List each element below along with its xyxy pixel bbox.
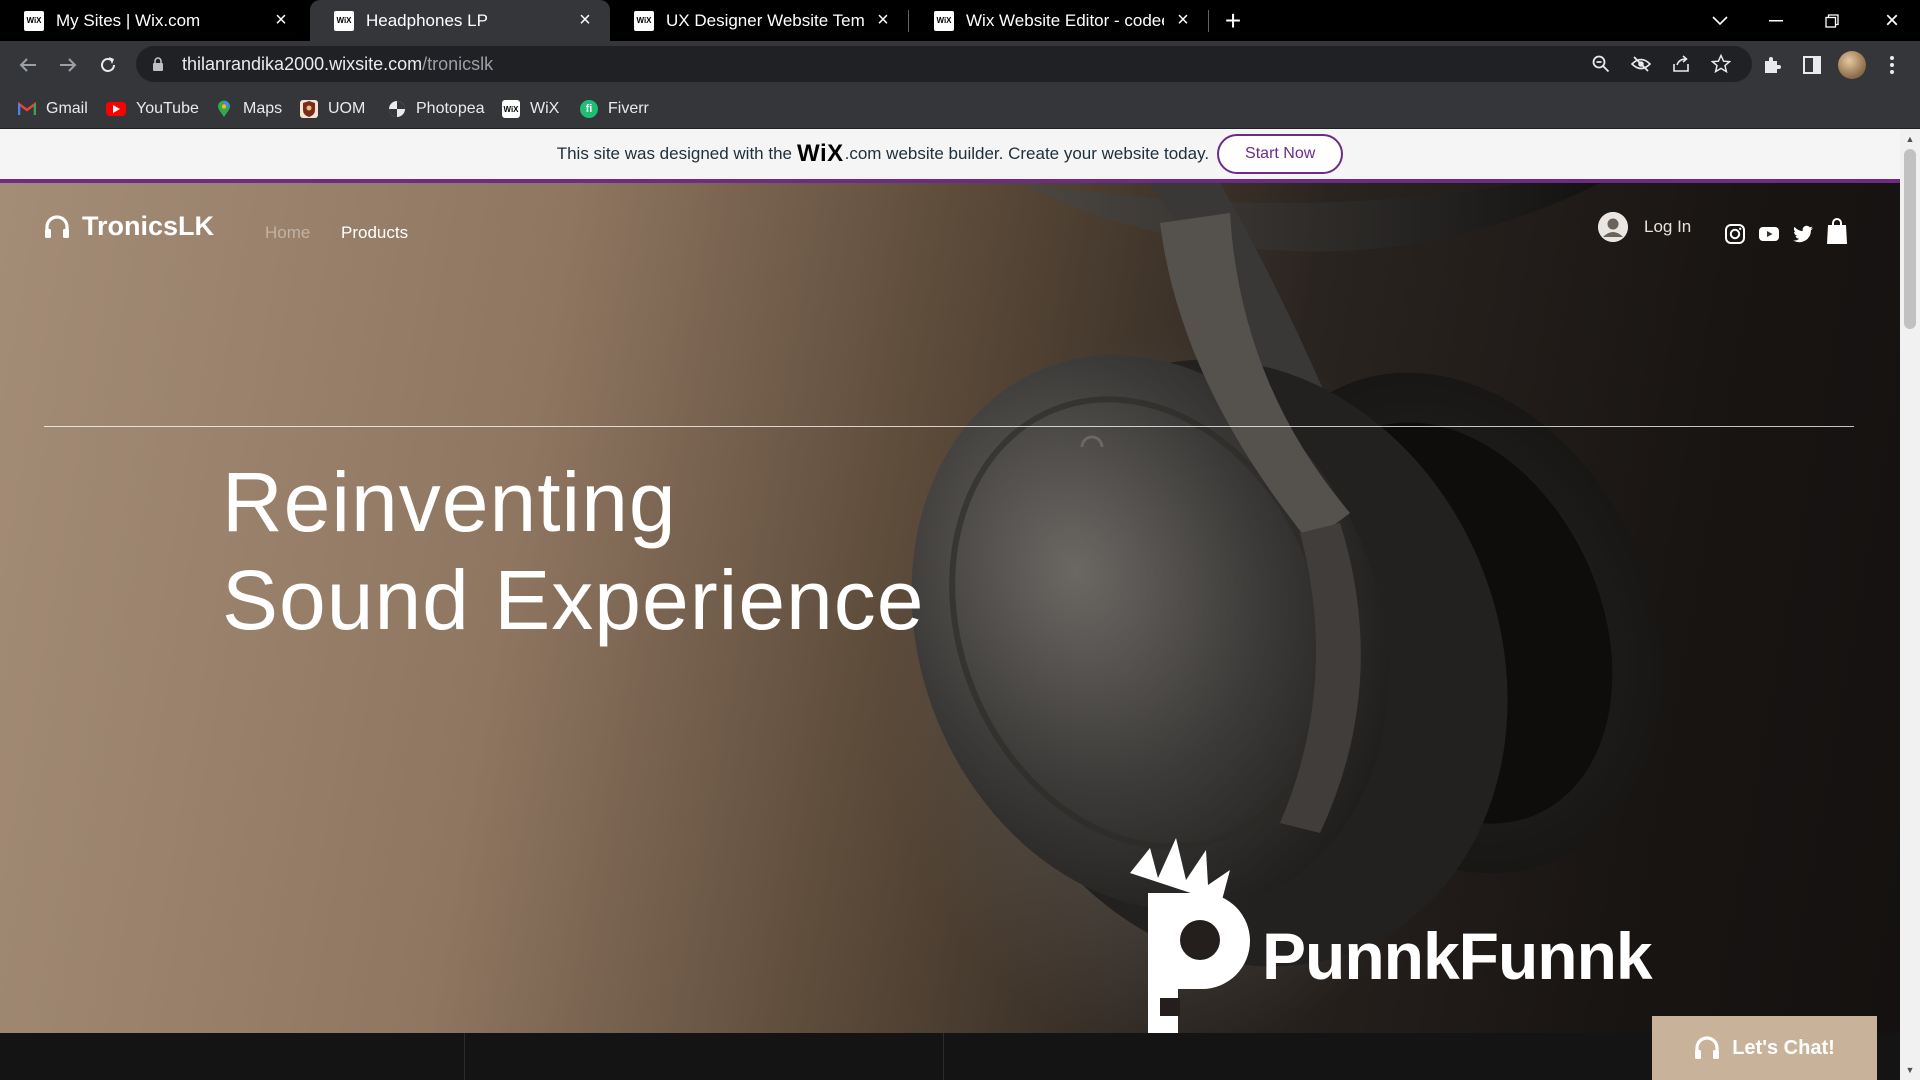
lock-icon[interactable] bbox=[152, 57, 166, 71]
section-divider bbox=[943, 1033, 944, 1080]
restore-icon[interactable] bbox=[1804, 0, 1860, 41]
page-scrollbar[interactable]: ▲ ▼ bbox=[1900, 129, 1920, 1080]
extensions-icon[interactable] bbox=[1760, 53, 1784, 77]
chat-label: Let's Chat! bbox=[1732, 1036, 1835, 1059]
bookmark-maps[interactable]: Maps bbox=[215, 89, 282, 129]
web-page: This site was designed with the WiX .com… bbox=[0, 129, 1900, 1080]
wix-favicon-icon: WiX bbox=[24, 10, 44, 31]
kebab-menu-icon[interactable] bbox=[1880, 53, 1904, 77]
banner-text-before: This site was designed with the bbox=[556, 144, 792, 163]
shopping-bag-icon[interactable] bbox=[1826, 217, 1848, 245]
reload-icon[interactable] bbox=[92, 49, 124, 81]
banner-text-after: .com website builder. Create your websit… bbox=[844, 144, 1210, 163]
headphones-chat-icon bbox=[1695, 1036, 1720, 1059]
headline-line-2: Sound Experience bbox=[222, 553, 925, 647]
tab-separator bbox=[908, 10, 909, 32]
tab-separator bbox=[1208, 10, 1209, 32]
user-avatar-icon bbox=[1598, 212, 1628, 242]
nav-home[interactable]: Home bbox=[265, 223, 310, 243]
tab-title: UX Designer Website Template | bbox=[666, 10, 864, 30]
address-bar[interactable]: thilanrandika2000.wixsite.com/tronicslk bbox=[136, 46, 1752, 82]
instagram-icon[interactable] bbox=[1724, 223, 1746, 245]
tab-wix-editor[interactable]: WiX Wix Website Editor - codeerror × bbox=[910, 0, 1208, 41]
header-divider bbox=[44, 426, 1854, 427]
wix-ad-banner: This site was designed with the WiX .com… bbox=[0, 129, 1900, 183]
url-text: thilanrandika2000.wixsite.com/tronicslk bbox=[182, 54, 493, 75]
minimize-icon[interactable] bbox=[1748, 0, 1804, 41]
tab-my-sites[interactable]: WiX My Sites | Wix.com × bbox=[0, 0, 306, 41]
close-tab-icon[interactable]: × bbox=[574, 9, 596, 32]
bookmark-label: Fiverr bbox=[608, 100, 649, 117]
lets-chat-button[interactable]: Let's Chat! bbox=[1652, 1016, 1877, 1080]
headline-line-1: Reinventing bbox=[222, 455, 677, 549]
bookmark-photopea[interactable]: Photopea bbox=[388, 89, 485, 129]
tab-bar: WiX My Sites | Wix.com × WiX Headphones … bbox=[0, 0, 1920, 41]
maps-icon bbox=[215, 100, 233, 118]
eye-off-icon[interactable] bbox=[1630, 53, 1652, 75]
bookmark-label: YouTube bbox=[136, 100, 199, 117]
login-button[interactable]: Log In bbox=[1598, 212, 1691, 242]
fiverr-icon: fi bbox=[580, 100, 598, 118]
bookmark-label: Gmail bbox=[46, 100, 88, 117]
bookmark-wix[interactable]: WiX WiX bbox=[502, 89, 559, 129]
side-panel-icon[interactable] bbox=[1800, 53, 1824, 77]
scroll-thumb[interactable] bbox=[1904, 149, 1916, 329]
twitter-icon[interactable] bbox=[1792, 223, 1814, 245]
nav-products[interactable]: Products bbox=[341, 223, 408, 243]
start-now-button[interactable]: Start Now bbox=[1217, 134, 1344, 174]
bookmarks-bar: Gmail YouTube Maps UOM Photopea WiX WiX … bbox=[0, 89, 1920, 129]
tab-title: Wix Website Editor - codeerror bbox=[966, 10, 1164, 30]
share-icon[interactable] bbox=[1670, 53, 1692, 75]
photopea-icon bbox=[388, 100, 406, 118]
scroll-down-icon[interactable]: ▼ bbox=[1905, 1065, 1915, 1075]
profile-avatar[interactable] bbox=[1838, 51, 1866, 79]
url-host: thilanrandika2000.wixsite.com bbox=[182, 53, 423, 74]
next-section-preview bbox=[0, 1033, 1900, 1080]
login-label: Log In bbox=[1644, 217, 1692, 236]
bookmark-label: Photopea bbox=[416, 100, 485, 117]
wix-favicon-icon: WiX bbox=[934, 10, 954, 31]
gmail-icon bbox=[18, 100, 36, 118]
zoom-icon[interactable] bbox=[1590, 53, 1612, 75]
bookmark-uom[interactable]: UOM bbox=[300, 89, 365, 129]
partner-logo-text: PunnkFunnk bbox=[1262, 919, 1653, 993]
bookmark-gmail[interactable]: Gmail bbox=[18, 89, 88, 129]
hero-section: TronicsLK Home Products Log In Reinventi… bbox=[0, 183, 1900, 1033]
close-tab-icon[interactable]: × bbox=[872, 9, 894, 32]
bookmark-label: UOM bbox=[328, 100, 366, 117]
youtube-icon bbox=[106, 102, 126, 116]
brand-logo[interactable]: TronicsLK bbox=[44, 211, 214, 242]
wix-icon: WiX bbox=[502, 100, 520, 118]
section-divider bbox=[464, 1033, 465, 1080]
brand-name: TronicsLK bbox=[82, 211, 215, 241]
browser-toolbar: thilanrandika2000.wixsite.com/tronicslk bbox=[0, 41, 1920, 89]
tab-headphones-lp[interactable]: WiX Headphones LP × bbox=[310, 0, 610, 41]
bookmark-youtube[interactable]: YouTube bbox=[106, 89, 199, 129]
bookmark-fiverr[interactable]: fi Fiverr bbox=[580, 89, 649, 129]
close-tab-icon[interactable]: × bbox=[270, 9, 292, 32]
bookmark-label: WiX bbox=[530, 100, 560, 117]
bookmark-star-icon[interactable] bbox=[1710, 53, 1732, 75]
tab-search-icon[interactable] bbox=[1692, 0, 1748, 41]
youtube-social-icon[interactable] bbox=[1758, 223, 1780, 245]
close-window-icon[interactable]: × bbox=[1864, 0, 1920, 41]
wix-favicon-icon: WiX bbox=[634, 10, 654, 31]
tab-title: Headphones LP bbox=[366, 10, 488, 30]
tab-ux-designer[interactable]: WiX UX Designer Website Template | × bbox=[610, 0, 908, 41]
forward-icon[interactable] bbox=[52, 49, 84, 81]
wix-logo: WiX bbox=[797, 140, 844, 167]
tab-title: My Sites | Wix.com bbox=[56, 10, 201, 30]
back-icon[interactable] bbox=[12, 49, 44, 81]
url-path: /tronicslk bbox=[422, 53, 494, 74]
close-tab-icon[interactable]: × bbox=[1172, 9, 1194, 32]
new-tab-icon[interactable]: + bbox=[1218, 5, 1248, 36]
headphones-logo-icon bbox=[45, 214, 69, 238]
uom-icon bbox=[300, 100, 318, 118]
wix-favicon-icon: WiX bbox=[334, 10, 354, 31]
bookmark-label: Maps bbox=[243, 100, 283, 117]
hero-headline: Reinventing Sound Experience bbox=[222, 453, 924, 649]
scroll-up-icon[interactable]: ▲ bbox=[1905, 134, 1915, 144]
